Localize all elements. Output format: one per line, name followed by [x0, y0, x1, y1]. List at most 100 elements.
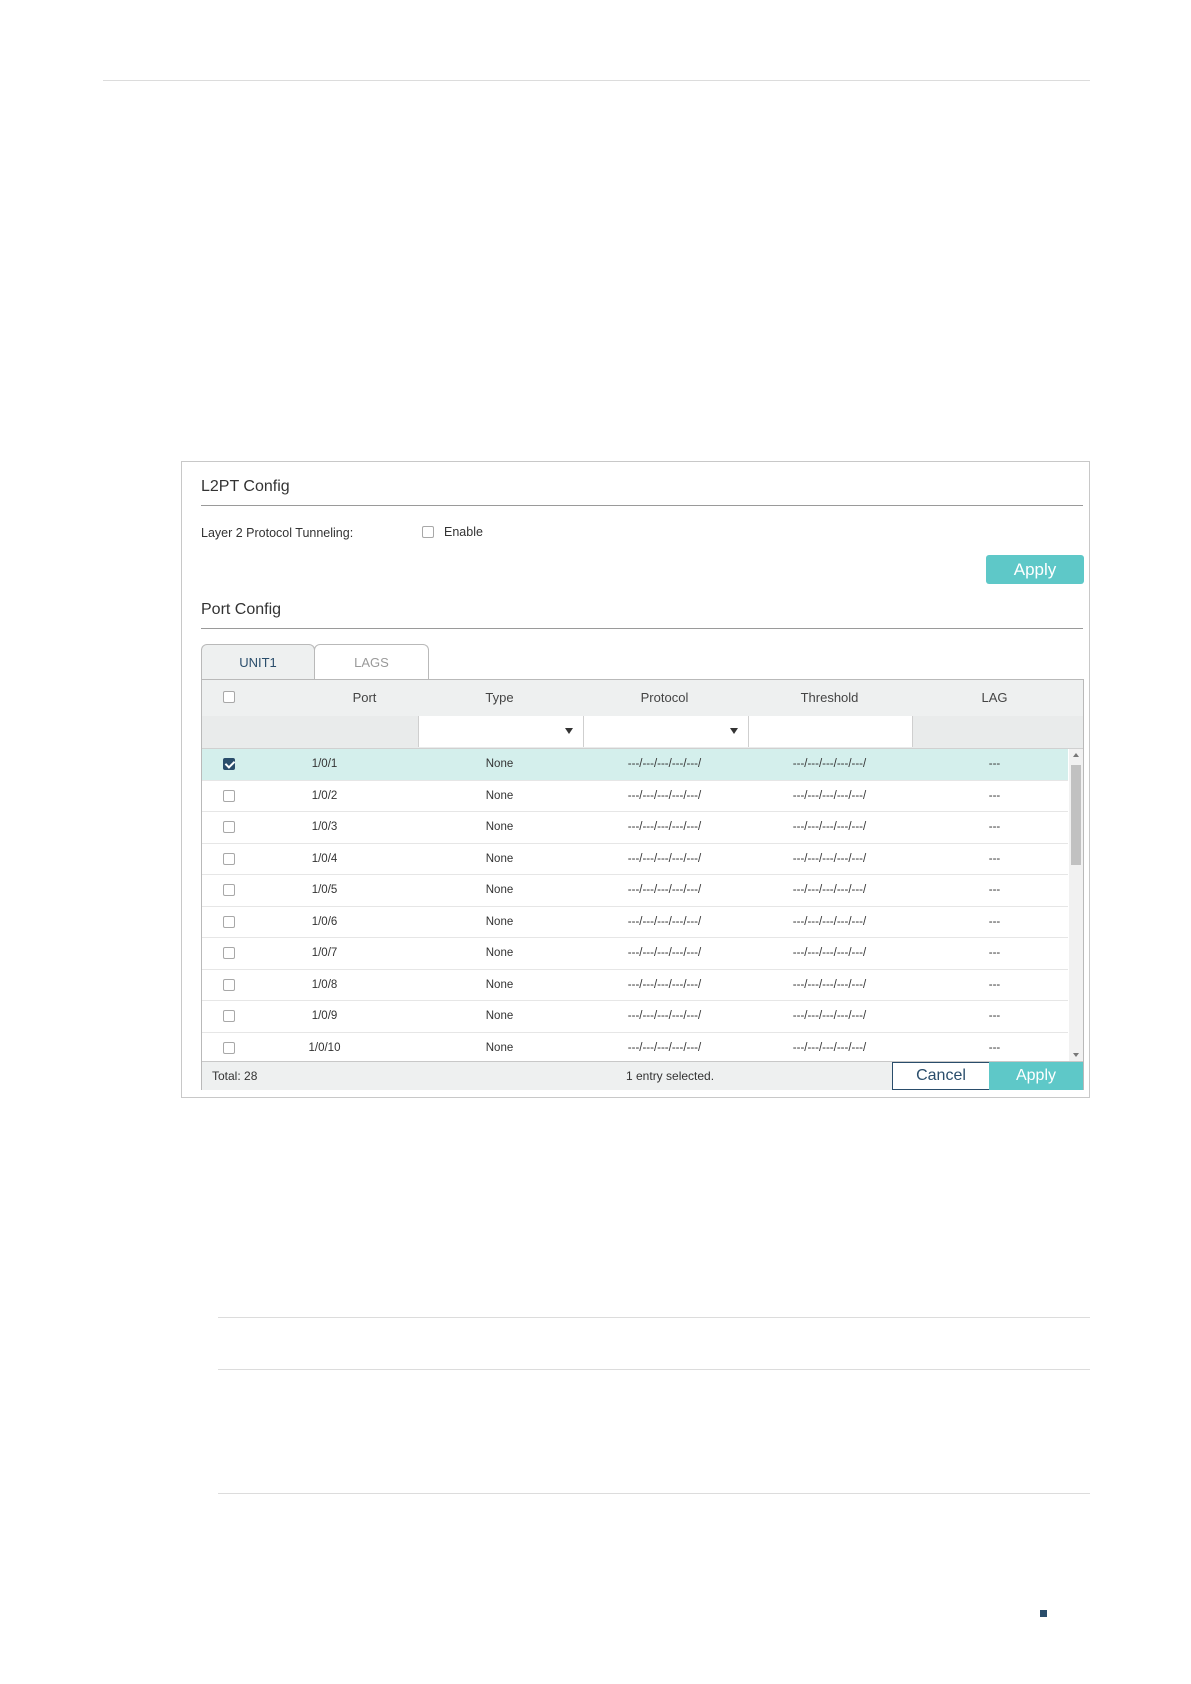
type-cell: None	[485, 821, 514, 833]
selected-count: 1 entry selected.	[626, 1069, 715, 1083]
lag-cell: ---	[988, 947, 1001, 959]
table-row[interactable]: 1/0/3 None ---/---/---/---/---/ ---/---/---…	[202, 812, 1068, 844]
type-cell: None	[485, 852, 514, 865]
port-cell: 1/0/3	[311, 821, 338, 833]
cancel-button[interactable]: Cancel	[892, 1062, 990, 1090]
port-cell: 1/0/10	[308, 1041, 341, 1054]
type-cell: None	[485, 758, 514, 770]
threshold-cell: ---/---/---/---/---/	[792, 789, 867, 802]
threshold-cell: ---/---/---/---/---/	[792, 947, 867, 959]
column-header-lag[interactable]: LAG	[912, 680, 1077, 716]
type-cell: None	[485, 915, 514, 928]
table-body: 1/0/1 None ---/---/---/---/---/ ---/---/---…	[202, 749, 1068, 1061]
page-header-rule	[103, 80, 1090, 81]
type-cell: None	[485, 947, 514, 959]
chevron-down-icon	[565, 728, 573, 734]
apply-button[interactable]: Apply	[989, 1062, 1083, 1090]
enable-checkbox[interactable]	[422, 526, 434, 538]
table-row[interactable]: 1/0/1 None ---/---/---/---/---/ ---/---/---…	[202, 749, 1068, 781]
threshold-cell: ---/---/---/---/---/	[792, 1041, 867, 1054]
table-scrollbar[interactable]	[1069, 749, 1083, 1061]
protocol-cell: ---/---/---/---/---/	[627, 821, 702, 833]
column-header-protocol[interactable]: Protocol	[582, 680, 747, 716]
table-footer: Total: 28 1 entry selected. Cancel Apply	[202, 1061, 1083, 1090]
row-checkbox[interactable]	[223, 884, 235, 896]
table-row[interactable]: 1/0/4 None ---/---/---/---/---/ ---/---/---…	[202, 844, 1068, 875]
row-checkbox[interactable]	[223, 852, 235, 865]
row-checkbox[interactable]	[223, 1010, 235, 1022]
page-marker	[1040, 1610, 1047, 1617]
column-header-threshold[interactable]: Threshold	[747, 680, 912, 716]
tab-lags[interactable]: LAGS	[314, 644, 429, 679]
row-checkbox[interactable]	[223, 821, 235, 833]
scroll-down-icon[interactable]	[1073, 1053, 1079, 1057]
threshold-filter-input[interactable]	[748, 716, 913, 747]
l2pt-config-panel: L2PT Config Layer 2 Protocol Tunneling: …	[181, 461, 1090, 1098]
total-count: Total: 28	[212, 1069, 258, 1083]
type-filter-select[interactable]	[418, 716, 583, 747]
section-rule	[201, 628, 1083, 629]
lag-cell: ---	[988, 1041, 1001, 1054]
table-header: Port Type Protocol Threshold LAG	[202, 680, 1083, 717]
row-checkbox[interactable]	[223, 978, 235, 991]
protocol-cell: ---/---/---/---/---/	[627, 1010, 702, 1022]
protocol-filter-select[interactable]	[583, 716, 748, 747]
chevron-down-icon	[730, 728, 738, 734]
port-cell: 1/0/6	[311, 915, 338, 928]
divider	[218, 1369, 1090, 1370]
port-cell: 1/0/8	[311, 978, 338, 991]
port-cell: 1/0/7	[311, 947, 338, 959]
protocol-cell: ---/---/---/---/---/	[627, 852, 702, 865]
threshold-cell: ---/---/---/---/---/	[792, 821, 867, 833]
lag-cell: ---	[988, 1010, 1001, 1022]
scroll-up-icon[interactable]	[1073, 753, 1079, 757]
lag-cell: ---	[988, 978, 1001, 991]
tunneling-label: Layer 2 Protocol Tunneling:	[201, 526, 354, 540]
row-checkbox[interactable]	[223, 789, 235, 802]
l2pt-config-title: L2PT Config	[201, 478, 290, 495]
protocol-cell: ---/---/---/---/---/	[627, 915, 702, 928]
type-cell: None	[485, 978, 514, 991]
port-cell: 1/0/2	[311, 789, 338, 802]
lag-cell: ---	[988, 758, 1001, 770]
table-row[interactable]: 1/0/7 None ---/---/---/---/---/ ---/---/---…	[202, 938, 1068, 970]
type-cell: None	[485, 884, 514, 896]
protocol-cell: ---/---/---/---/---/	[627, 884, 702, 896]
table-row[interactable]: 1/0/9 None ---/---/---/---/---/ ---/---/---…	[202, 1001, 1068, 1033]
filter-row	[202, 716, 1083, 749]
protocol-cell: ---/---/---/---/---/	[627, 1041, 702, 1054]
select-all-checkbox[interactable]	[223, 691, 235, 703]
table-row[interactable]: 1/0/8 None ---/---/---/---/---/ ---/---/---…	[202, 970, 1068, 1001]
lag-cell: ---	[988, 852, 1001, 865]
row-checkbox[interactable]	[223, 758, 235, 770]
type-cell: None	[485, 1041, 514, 1054]
row-checkbox[interactable]	[223, 1041, 235, 1054]
protocol-cell: ---/---/---/---/---/	[627, 758, 702, 770]
table-row[interactable]: 1/0/5 None ---/---/---/---/---/ ---/---/---…	[202, 875, 1068, 907]
divider	[218, 1317, 1090, 1318]
table-row[interactable]: 1/0/6 None ---/---/---/---/---/ ---/---/---…	[202, 907, 1068, 938]
threshold-cell: ---/---/---/---/---/	[792, 758, 867, 770]
protocol-cell: ---/---/---/---/---/	[627, 978, 702, 991]
port-cell: 1/0/9	[311, 1010, 338, 1022]
enable-label: Enable	[444, 525, 483, 539]
port-cell: 1/0/4	[311, 852, 338, 865]
column-header-type[interactable]: Type	[417, 680, 582, 716]
port-table: Port Type Protocol Threshold LAG 1/0/1 No…	[201, 679, 1084, 1090]
row-checkbox[interactable]	[223, 947, 235, 959]
row-checkbox[interactable]	[223, 915, 235, 928]
table-row[interactable]: 1/0/2 None ---/---/---/---/---/ ---/---/---…	[202, 781, 1068, 812]
port-cell: 1/0/5	[311, 884, 338, 896]
port-config-title: Port Config	[201, 601, 282, 618]
scroll-thumb[interactable]	[1071, 765, 1081, 865]
lag-cell: ---	[988, 915, 1001, 928]
section-rule	[201, 505, 1083, 506]
lag-cell: ---	[988, 821, 1001, 833]
protocol-cell: ---/---/---/---/---/	[627, 789, 702, 802]
tab-unit1[interactable]: UNIT1	[201, 644, 315, 680]
enable-toggle[interactable]: Enable	[422, 525, 483, 539]
threshold-cell: ---/---/---/---/---/	[792, 852, 867, 865]
threshold-cell: ---/---/---/---/---/	[792, 884, 867, 896]
apply-global-button[interactable]: Apply	[986, 555, 1084, 584]
table-row[interactable]: 1/0/10 None ---/---/---/---/---/ ---/---/--…	[202, 1033, 1068, 1062]
